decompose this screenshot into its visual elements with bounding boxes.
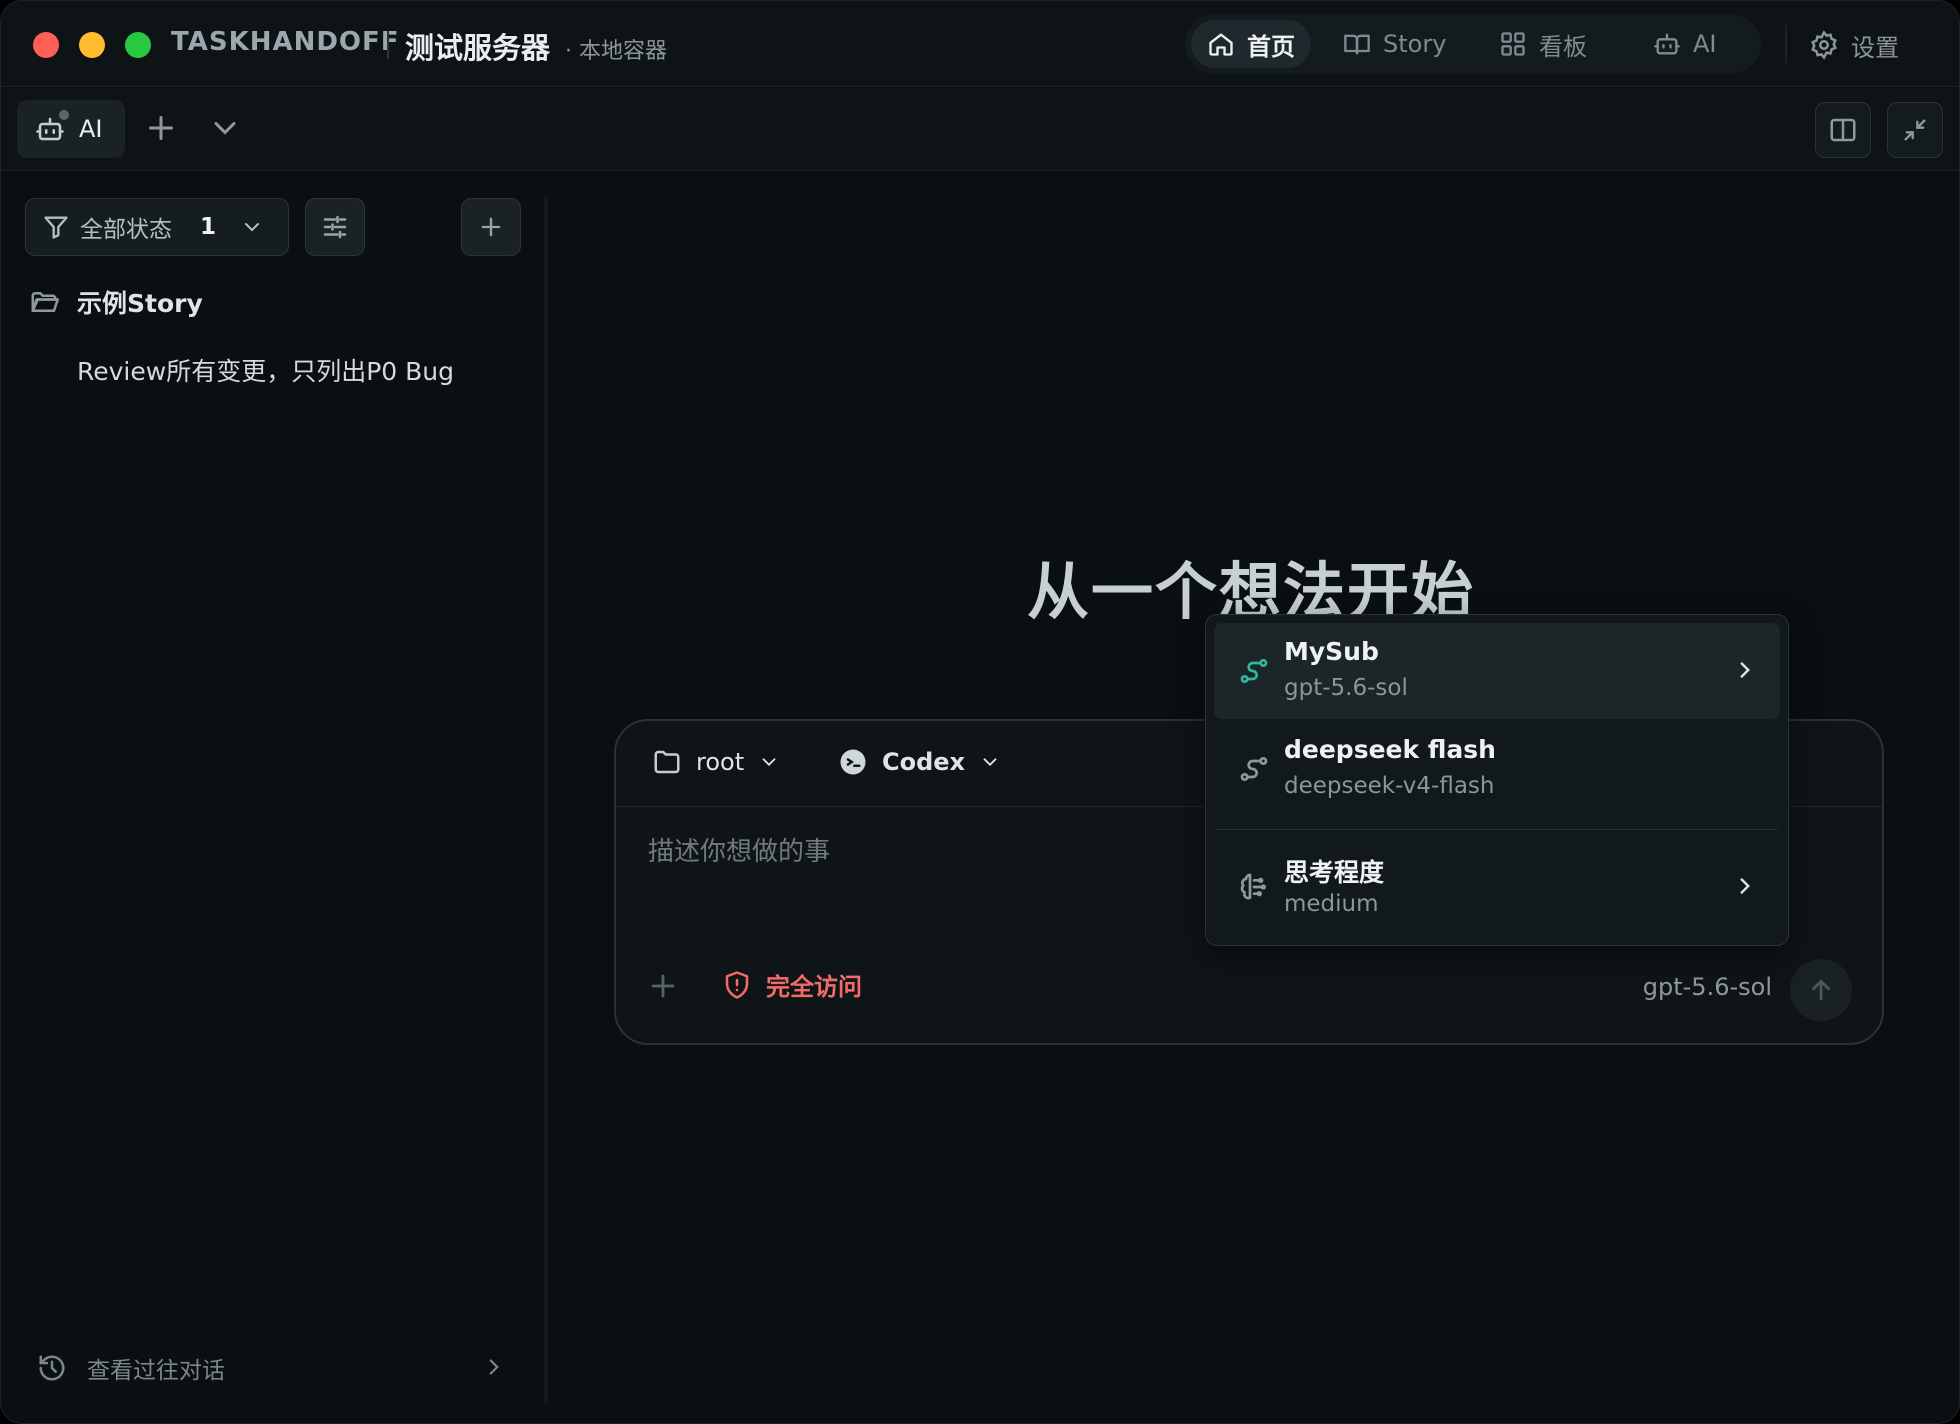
dropdown-item-mysub[interactable]: MySub gpt-5.6-sol <box>1214 623 1780 719</box>
book-icon <box>1344 34 1370 55</box>
nav-ai-label: AI <box>1693 30 1717 58</box>
shield-alert-icon <box>725 970 749 999</box>
nav-story-label: Story <box>1383 30 1447 58</box>
server-name[interactable]: 测试服务器 <box>405 25 550 67</box>
folder-icon <box>654 750 680 774</box>
access-level-button[interactable]: 完全访问 <box>722 967 862 1002</box>
chevron-down-icon <box>983 758 997 767</box>
add-story-button[interactable] <box>461 198 521 256</box>
access-level-label: 完全访问 <box>766 973 862 1001</box>
tab-ai[interactable]: AI <box>17 100 125 158</box>
codex-icon <box>840 749 866 775</box>
agent-selector-label: Codex <box>882 748 966 776</box>
dropdown-item-subtitle: medium <box>1284 891 1379 917</box>
chevron-down-icon <box>245 223 260 232</box>
arrow-up-icon <box>1812 979 1830 1001</box>
model-selector[interactable]: gpt-5.6-sol <box>1643 973 1772 1001</box>
gear-icon <box>1811 30 1837 60</box>
split-panel-icon <box>1830 118 1856 142</box>
brain-icon <box>1240 873 1266 900</box>
folder-selector[interactable]: root <box>652 747 780 777</box>
prompt-input[interactable]: 描述你想做的事 <box>648 831 830 868</box>
server-subtitle: · 本地容器 <box>565 39 667 64</box>
route-icon <box>1240 757 1268 781</box>
nav-home[interactable]: 首页 <box>1191 20 1311 68</box>
tab-ai-label: AI <box>79 115 103 143</box>
sidebar: 全部状态 1 示例Story Review所有变更，只列出P0 Bug 查看过往… <box>1 172 543 1423</box>
filter-options-button[interactable] <box>305 198 365 256</box>
title-divider <box>387 31 389 59</box>
story-task-item[interactable]: Review所有变更，只列出P0 Bug <box>77 352 454 388</box>
close-window-button[interactable] <box>33 32 59 58</box>
collapse-button[interactable] <box>1887 102 1943 158</box>
dropdown-item-title: MySub <box>1284 637 1379 666</box>
filter-icon <box>44 216 68 239</box>
story-folder[interactable]: 示例Story <box>29 284 203 320</box>
settings-button[interactable]: 设置 <box>1809 23 1899 67</box>
plus-icon <box>481 217 501 237</box>
split-view-button[interactable] <box>1815 102 1871 158</box>
history-icon <box>39 1355 65 1381</box>
model-dropdown: MySub gpt-5.6-sol deepseek flash deepsee… <box>1205 614 1789 946</box>
status-dot <box>57 108 71 122</box>
dropdown-item-title: 思考程度 <box>1284 858 1385 887</box>
dropdown-item-subtitle: gpt-5.6-sol <box>1284 675 1408 701</box>
filter-count: 1 <box>200 214 217 240</box>
app-brand: TASKHANDOFF <box>171 27 400 57</box>
route-icon <box>1240 659 1268 683</box>
dropdown-item-reasoning-effort[interactable]: 思考程度 medium <box>1214 839 1780 935</box>
home-icon <box>1209 33 1233 56</box>
grid-icon <box>1501 32 1525 56</box>
sidebar-resize-handle[interactable] <box>544 197 548 1403</box>
send-button[interactable] <box>1790 959 1852 1021</box>
minimize-window-button[interactable] <box>79 32 105 58</box>
view-history-button[interactable]: 查看过往对话 <box>37 1348 507 1388</box>
app-window: TASKHANDOFF 测试服务器 · 本地容器 首页 Story 看板 AI <box>0 0 1960 1424</box>
folder-open-icon <box>31 292 59 312</box>
chevron-down-icon <box>762 758 776 767</box>
nav-board[interactable]: 看板 <box>1483 20 1603 68</box>
chevron-right-icon <box>1740 878 1750 894</box>
nav-story[interactable]: Story <box>1327 20 1462 68</box>
main-nav: 首页 Story 看板 AI <box>1185 14 1761 74</box>
history-label: 查看过往对话 <box>87 1358 225 1384</box>
dropdown-item-title: deepseek flash <box>1284 735 1496 764</box>
robot-icon <box>1654 33 1680 55</box>
minimize-arrows-icon <box>1904 119 1926 141</box>
folder-selector-label: root <box>696 748 745 776</box>
nav-ai[interactable]: AI <box>1637 20 1733 68</box>
dropdown-item-deepseek-flash[interactable]: deepseek flash deepseek-v4-flash <box>1214 721 1780 817</box>
sliders-icon <box>323 215 347 239</box>
settings-divider <box>1785 25 1787 63</box>
dropdown-divider <box>1216 829 1778 830</box>
story-folder-label: 示例Story <box>77 289 203 318</box>
tab-toolbar: AI <box>1 88 1959 171</box>
zoom-window-button[interactable] <box>125 32 151 58</box>
chevron-down-icon[interactable] <box>207 110 243 146</box>
nav-board-label: 看板 <box>1539 32 1587 61</box>
status-filter-dropdown[interactable]: 全部状态 1 <box>25 198 289 256</box>
attach-plus-icon[interactable] <box>646 969 680 1003</box>
title-bar: TASKHANDOFF 测试服务器 · 本地容器 首页 Story 看板 AI <box>1 1 1959 87</box>
plus-icon[interactable] <box>143 110 179 146</box>
dropdown-item-subtitle: deepseek-v4-flash <box>1284 773 1495 799</box>
nav-home-label: 首页 <box>1247 32 1295 61</box>
filter-label: 全部状态 <box>80 217 172 243</box>
composer-footer: 完全访问 gpt-5.6-sol <box>616 943 1882 1043</box>
settings-label: 设置 <box>1851 33 1899 62</box>
agent-selector[interactable]: Codex <box>838 747 1001 777</box>
chevron-right-icon <box>1740 662 1750 678</box>
chevron-right-icon <box>489 1359 499 1375</box>
